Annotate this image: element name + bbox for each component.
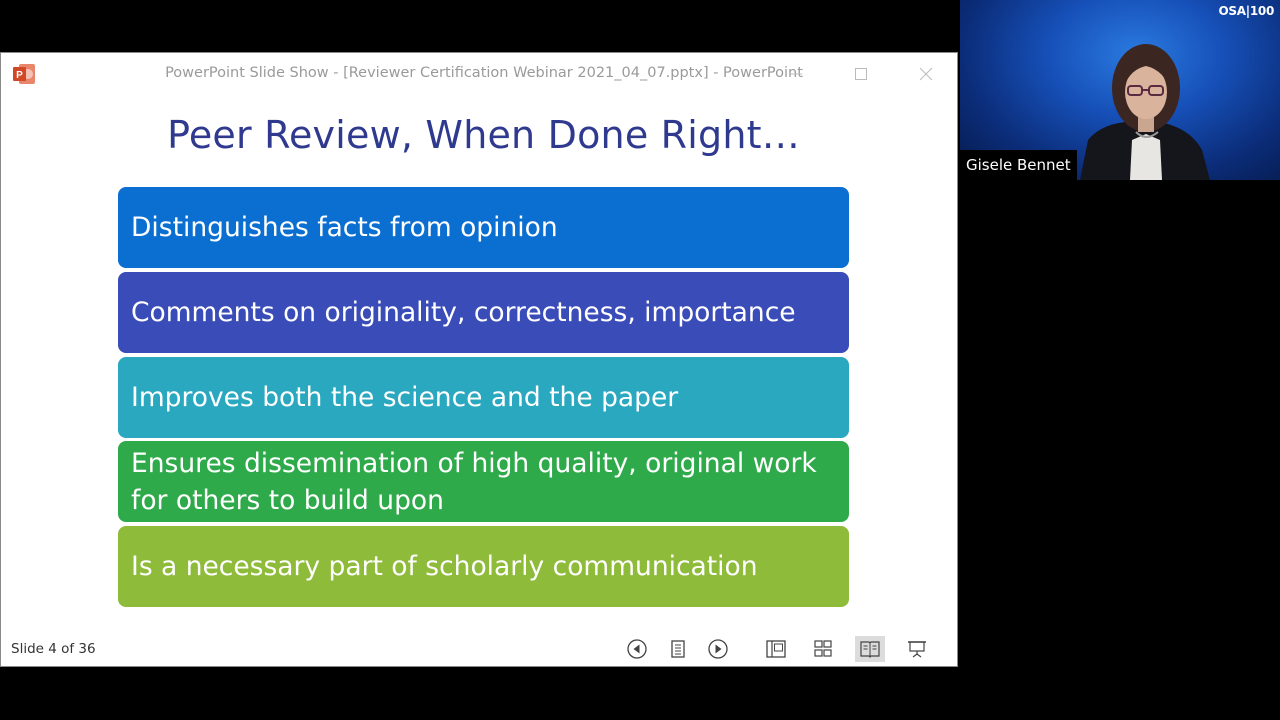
bullet-text: Improves both the science and the paper (131, 382, 679, 413)
normal-view-button[interactable] (764, 637, 788, 661)
slide-menu-button[interactable] (666, 637, 690, 661)
status-bar: Slide 4 of 36 (1, 632, 957, 666)
slide-title: Peer Review, When Done Right… (167, 113, 800, 157)
previous-slide-icon (627, 639, 647, 659)
title-bar: P PowerPoint Slide Show - [Reviewer Cert… (1, 53, 957, 95)
bullet-box-3: Improves both the science and the paper (118, 357, 849, 438)
bullet-text: Is a necessary part of scholarly communi… (131, 551, 758, 582)
reading-view-icon (860, 641, 880, 658)
maximize-button[interactable] (848, 61, 874, 87)
bullet-box-5: Is a necessary part of scholarly communi… (118, 526, 849, 607)
next-slide-button[interactable] (706, 637, 730, 661)
maximize-icon (855, 68, 867, 80)
slide-counter: Slide 4 of 36 (11, 641, 96, 657)
bullet-text: Comments on originality, correctness, im… (131, 297, 796, 328)
bullet-text: Distinguishes facts from opinion (131, 212, 558, 243)
slide-canvas[interactable]: Peer Review, When Done Right… Distinguis… (1, 95, 957, 632)
reading-view-button[interactable] (855, 636, 885, 662)
close-button[interactable] (913, 61, 939, 87)
slide-menu-icon (671, 640, 685, 658)
minimize-icon (790, 73, 802, 75)
slide-sorter-icon (814, 640, 832, 657)
slide-sorter-button[interactable] (811, 637, 835, 661)
participant-video-tile[interactable]: OSA|100 Gisele Bennet (960, 0, 1280, 180)
next-slide-icon (708, 639, 728, 659)
close-icon (919, 67, 933, 81)
window-title: PowerPoint Slide Show - [Reviewer Certif… (165, 65, 803, 81)
participant-name-label: Gisele Bennet (960, 150, 1077, 180)
slideshow-icon (908, 641, 926, 658)
bullet-box-1: Distinguishes facts from opinion (118, 187, 849, 268)
minimize-button[interactable] (783, 61, 809, 87)
slideshow-button[interactable] (905, 637, 929, 661)
previous-slide-button[interactable] (625, 637, 649, 661)
bullet-box-2: Comments on originality, correctness, im… (118, 272, 849, 353)
powerpoint-window: P PowerPoint Slide Show - [Reviewer Cert… (0, 52, 958, 667)
normal-view-icon (766, 640, 786, 658)
bullet-text: Ensures dissemination of high quality, o… (131, 447, 817, 516)
bullet-box-4: Ensures dissemination of high quality, o… (118, 441, 849, 522)
